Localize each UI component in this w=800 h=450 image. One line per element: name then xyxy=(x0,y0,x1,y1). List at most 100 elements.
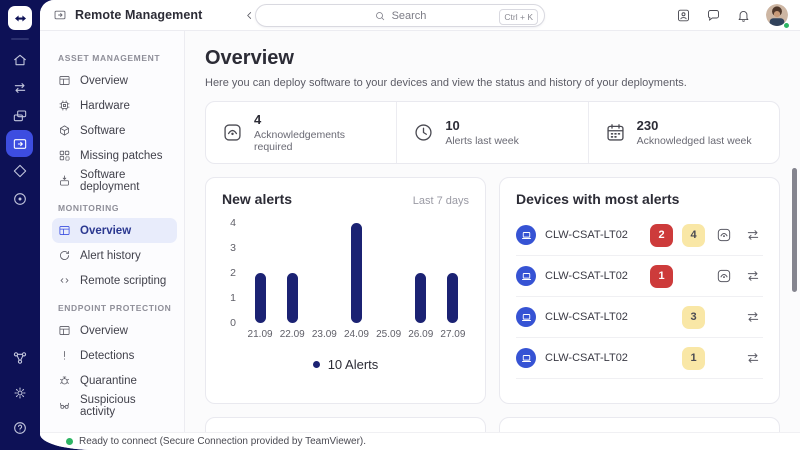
device-row: CLW-CSAT-LT02 1 xyxy=(516,256,763,297)
warning-alert-badge: 1 xyxy=(682,347,705,370)
devices-card-title: Devices with most alerts xyxy=(516,191,679,207)
teamviewer-logo-icon[interactable] xyxy=(8,6,32,30)
sidebar-item-software[interactable]: Software xyxy=(52,118,177,143)
x-tick-label: 26.09 xyxy=(405,329,437,340)
devices-with-most-alerts-card: Devices with most alerts CLW-CSAT-LT02 24… xyxy=(499,177,780,404)
legend-label: 10 Alerts xyxy=(328,357,379,372)
search-shortcut-badge: Ctrl + K xyxy=(499,9,538,25)
history-icon xyxy=(58,249,71,262)
hardware-icon xyxy=(58,99,71,112)
warning-alert-badge: 4 xyxy=(682,224,705,247)
y-tick-label: 2 xyxy=(230,267,236,279)
sidebar-item-detections[interactable]: Detections xyxy=(52,343,177,368)
sidebar-item-suspicious-activity[interactable]: Suspicious activity xyxy=(52,393,177,418)
acknowledge-button[interactable] xyxy=(714,227,734,243)
legend-dot xyxy=(313,361,320,368)
deploy-icon xyxy=(58,174,71,187)
sidebar-item-missing-patches[interactable]: Missing patches xyxy=(52,143,177,168)
integrations-icon[interactable] xyxy=(6,344,34,372)
sidebar-item-label: Alert history xyxy=(80,250,141,262)
table-icon xyxy=(58,224,71,237)
chart-y-axis: 43210 xyxy=(222,223,236,323)
acknowledge-button[interactable] xyxy=(714,268,734,284)
bar-slot xyxy=(373,223,405,323)
critical-alert-badge xyxy=(650,347,673,370)
tab-remote-management[interactable]: Remote Management xyxy=(53,8,202,22)
chart-legend: 10 Alerts xyxy=(222,357,469,372)
bottom-cards: Alerts by statusLast 7 daysEndpoints wit… xyxy=(205,417,780,432)
sidebar-item-overview[interactable]: Overview xyxy=(52,68,177,93)
sidebar-item-overview[interactable]: Overview xyxy=(52,218,177,243)
discovery-icon[interactable] xyxy=(6,185,34,213)
home-icon[interactable] xyxy=(6,46,34,74)
bar-slot xyxy=(405,223,437,323)
critical-alert-badge xyxy=(650,306,673,329)
sidebar-item-label: Overview xyxy=(80,325,128,337)
chart-x-axis: 21.0922.0923.0924.0925.0926.0927.09 xyxy=(244,329,469,340)
device-name: CLW-CSAT-LT02 xyxy=(545,311,628,323)
x-tick-label: 21.09 xyxy=(244,329,276,340)
calendar-icon xyxy=(605,122,626,143)
sidebar-item-software-deployment[interactable]: Software deployment xyxy=(52,168,177,193)
y-tick-label: 0 xyxy=(230,317,236,329)
page-subtitle: Here you can deploy software to your dev… xyxy=(205,77,780,89)
table-icon xyxy=(58,74,71,87)
bar[interactable] xyxy=(255,273,266,323)
table-icon xyxy=(58,324,71,337)
settings-icon[interactable] xyxy=(6,379,34,407)
sidebar-item-label: Missing patches xyxy=(80,150,162,162)
clock-icon xyxy=(413,122,434,143)
device-name: CLW-CSAT-LT02 xyxy=(545,352,628,364)
rail-divider xyxy=(11,38,29,40)
stat-acknowledged-last-week: 230Acknowledged last week xyxy=(588,102,779,163)
connect-button[interactable] xyxy=(743,350,763,366)
remote-management-tab-icon xyxy=(53,8,67,22)
sidebar-item-overview[interactable]: Overview xyxy=(52,318,177,343)
code-icon xyxy=(58,274,71,287)
connect-button[interactable] xyxy=(743,227,763,243)
notifications-icon[interactable] xyxy=(736,8,751,23)
vertical-scrollbar[interactable] xyxy=(792,168,797,292)
connect-button[interactable] xyxy=(743,309,763,325)
sidebar: ASSET MANAGEMENTOverviewHardwareSoftware… xyxy=(40,31,185,432)
connections-icon[interactable] xyxy=(6,74,34,102)
connect-button[interactable] xyxy=(743,268,763,284)
sidebar-item-hardware[interactable]: Hardware xyxy=(52,93,177,118)
devices-icon[interactable] xyxy=(6,102,34,130)
contacts-icon[interactable] xyxy=(676,8,691,23)
y-tick-label: 4 xyxy=(230,217,236,229)
suspicious-icon xyxy=(58,399,71,412)
search-input[interactable]: Search Ctrl + K xyxy=(255,4,545,27)
bar[interactable] xyxy=(415,273,426,323)
page-title: Overview xyxy=(205,47,780,70)
help-icon[interactable] xyxy=(6,414,34,442)
critical-alert-badge: 2 xyxy=(650,224,673,247)
presence-dot xyxy=(783,22,790,29)
bar[interactable] xyxy=(287,273,298,323)
device-name: CLW-CSAT-LT02 xyxy=(545,270,628,282)
software-icon xyxy=(58,124,71,137)
sidebar-item-label: Remote scripting xyxy=(80,275,166,287)
stat-label: Acknowledged last week xyxy=(637,135,752,147)
sidebar-item-quarantine[interactable]: Quarantine xyxy=(52,368,177,393)
new-alerts-card: New alerts Last 7 days 43210 21.0922.092… xyxy=(205,177,486,404)
bar-slot xyxy=(244,223,276,323)
x-tick-label: 24.09 xyxy=(340,329,372,340)
stat-value: 4 xyxy=(254,112,380,127)
bar[interactable] xyxy=(351,223,362,323)
main-content: Overview Here you can deploy software to… xyxy=(185,31,800,432)
rail-bottom-nav xyxy=(6,344,34,450)
chart-plot-area xyxy=(244,223,469,323)
sidebar-item-alert-history[interactable]: Alert history xyxy=(52,243,177,268)
chat-icon[interactable] xyxy=(706,8,721,23)
critical-alert-badge: 1 xyxy=(650,265,673,288)
stat-label: Acknowledgements required xyxy=(254,129,380,153)
bar[interactable] xyxy=(447,273,458,323)
bar-chart: 43210 xyxy=(222,223,469,323)
remote-management-icon[interactable] xyxy=(6,130,33,157)
detections-icon xyxy=(58,349,71,362)
sidebar-item-remote-scripting[interactable]: Remote scripting xyxy=(52,268,177,293)
tags-icon[interactable] xyxy=(6,157,34,185)
app-rail xyxy=(0,0,40,450)
back-button[interactable] xyxy=(244,10,255,21)
